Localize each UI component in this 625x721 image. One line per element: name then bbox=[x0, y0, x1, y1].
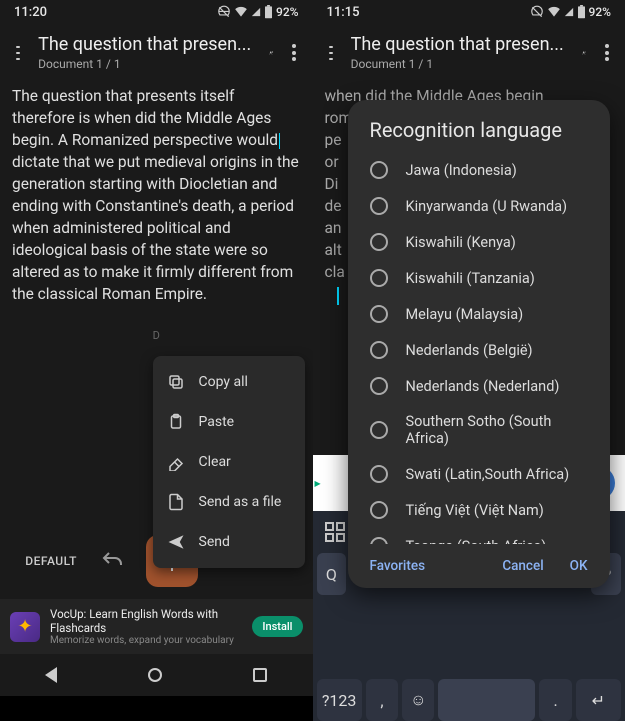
send-icon bbox=[167, 533, 185, 551]
menu-send-file[interactable]: Send as a file bbox=[153, 482, 305, 522]
document-counter: Document 1 / 1 bbox=[351, 57, 564, 71]
language-list[interactable]: Jawa (Indonesia) Kinyarwanda (U Rwanda) … bbox=[348, 152, 610, 544]
ad-title: VocUp: Learn English Words with Flashcar… bbox=[50, 607, 242, 635]
document-counter: Document 1 / 1 bbox=[38, 57, 251, 71]
radio-icon bbox=[370, 501, 388, 519]
battery-icon bbox=[264, 5, 273, 19]
key-emoji[interactable]: ☺ bbox=[402, 679, 434, 721]
menu-copy-label: Copy all bbox=[199, 374, 248, 390]
language-option[interactable]: Tsonga (South Africa) bbox=[348, 528, 610, 544]
radio-icon bbox=[370, 197, 388, 215]
language-option[interactable]: Jawa (Indonesia) bbox=[348, 152, 610, 188]
dialog-actions: Favorites Cancel OK bbox=[348, 544, 610, 578]
menu-clear-label: Clear bbox=[199, 454, 231, 470]
menu-send-file-label: Send as a file bbox=[199, 494, 282, 510]
copy-icon bbox=[167, 373, 185, 391]
ad-app-icon: ✦ bbox=[10, 612, 40, 642]
install-button[interactable]: Install bbox=[252, 616, 302, 637]
radio-icon bbox=[370, 305, 388, 323]
file-icon bbox=[167, 493, 185, 511]
key-period[interactable]: . bbox=[539, 679, 571, 721]
radio-icon bbox=[370, 341, 388, 359]
document-title: The question that presen... bbox=[351, 34, 564, 55]
status-bar: 11:20 92% bbox=[0, 0, 313, 24]
language-option[interactable]: Melayu (Malaysia) bbox=[348, 296, 610, 332]
paste-icon bbox=[167, 413, 185, 431]
battery-percent: 92% bbox=[276, 5, 298, 19]
radio-icon bbox=[370, 465, 388, 483]
screen-left: 11:20 92% The question that presen... Do… bbox=[0, 0, 313, 696]
language-option[interactable]: Nederlands (Nederland) bbox=[348, 368, 610, 404]
app-header: The question that presen... Document 1 /… bbox=[0, 24, 313, 79]
menu-icon[interactable] bbox=[16, 46, 20, 60]
menu-paste[interactable]: Paste bbox=[153, 402, 305, 442]
menu-send-label: Send bbox=[199, 534, 230, 550]
key-comma[interactable]: , bbox=[366, 679, 398, 721]
menu-clear[interactable]: Clear bbox=[153, 442, 305, 482]
ad-banner[interactable]: ✦ VocUp: Learn English Words with Flashc… bbox=[0, 599, 313, 654]
home-button[interactable] bbox=[148, 668, 162, 682]
cancel-button[interactable]: Cancel bbox=[502, 558, 543, 574]
apps-icon[interactable] bbox=[323, 520, 347, 544]
signal-icon bbox=[564, 5, 574, 19]
editor-text-after: dictate that we put medieval origins in … bbox=[12, 153, 299, 303]
document-title: The question that presen... bbox=[38, 34, 251, 55]
radio-icon bbox=[370, 233, 388, 251]
language-option[interactable]: Nederlands (België) bbox=[348, 332, 610, 368]
ad-label: ▶ bbox=[313, 477, 343, 490]
menu-icon[interactable] bbox=[329, 46, 333, 60]
status-time: 11:20 bbox=[14, 5, 47, 20]
key-num[interactable]: ?123 bbox=[317, 679, 362, 721]
status-bar: 11:15 92% bbox=[313, 0, 625, 24]
mode-label[interactable]: DEFAULT bbox=[25, 554, 77, 568]
radio-icon bbox=[370, 421, 388, 439]
system-nav bbox=[0, 654, 313, 696]
language-option[interactable]: Kiswahili (Tanzania) bbox=[348, 260, 610, 296]
language-option[interactable]: Kiswahili (Kenya) bbox=[348, 224, 610, 260]
editor-text-before: The question that presents itself theref… bbox=[12, 87, 278, 149]
status-indicators: 92% bbox=[217, 5, 298, 19]
dialog-title: Recognition language bbox=[348, 100, 610, 152]
menu-copy-all[interactable]: Copy all bbox=[153, 362, 305, 402]
text-cursor bbox=[279, 133, 280, 149]
language-option[interactable]: Kinyarwanda (U Rwanda) bbox=[348, 188, 610, 224]
key-space[interactable] bbox=[438, 679, 535, 721]
menu-send[interactable]: Send bbox=[153, 522, 305, 562]
radio-icon bbox=[370, 161, 388, 179]
voice-icon[interactable] bbox=[269, 43, 274, 63]
language-option[interactable]: Swati (Latin,South Africa) bbox=[348, 456, 610, 492]
radio-icon bbox=[370, 269, 388, 287]
ad-subtitle: Memorize words, expand your vocabulary bbox=[50, 635, 242, 646]
clear-icon bbox=[167, 453, 185, 471]
recents-button[interactable] bbox=[253, 668, 267, 682]
menu-paste-label: Paste bbox=[199, 414, 235, 430]
more-icon[interactable] bbox=[292, 44, 297, 61]
status-indicators: 92% bbox=[530, 5, 611, 19]
app-header: The question that presen... Document 1 /… bbox=[313, 24, 625, 79]
signal-icon bbox=[251, 5, 261, 19]
battery-icon bbox=[577, 5, 586, 19]
battery-percent: 92% bbox=[589, 5, 611, 19]
status-time: 11:15 bbox=[327, 5, 360, 20]
more-icon[interactable] bbox=[604, 44, 609, 61]
wifi-icon bbox=[234, 5, 248, 19]
ok-button[interactable]: OK bbox=[570, 558, 588, 574]
voice-icon[interactable] bbox=[582, 43, 587, 63]
language-option[interactable]: Tiếng Việt (Việt Nam) bbox=[348, 492, 610, 528]
language-dialog: Recognition language Jawa (Indonesia) Ki… bbox=[348, 100, 610, 588]
key-q[interactable]: Q bbox=[317, 553, 347, 595]
undo-icon[interactable] bbox=[100, 549, 124, 573]
back-button[interactable] bbox=[45, 667, 57, 683]
key-enter[interactable]: ↵ bbox=[576, 679, 621, 721]
radio-icon bbox=[370, 537, 388, 544]
dnd-icon bbox=[530, 5, 544, 19]
language-option[interactable]: Southern Sotho (South Africa) bbox=[348, 404, 610, 456]
context-menu: Copy all Paste Clear Send as a file Send bbox=[153, 356, 305, 568]
section-tag: D bbox=[12, 329, 301, 342]
wifi-icon bbox=[547, 5, 561, 19]
favorites-button[interactable]: Favorites bbox=[370, 558, 426, 574]
radio-icon bbox=[370, 377, 388, 395]
screen-right: 11:15 92% The question that presen... Do… bbox=[313, 0, 625, 696]
dnd-icon bbox=[217, 5, 231, 19]
